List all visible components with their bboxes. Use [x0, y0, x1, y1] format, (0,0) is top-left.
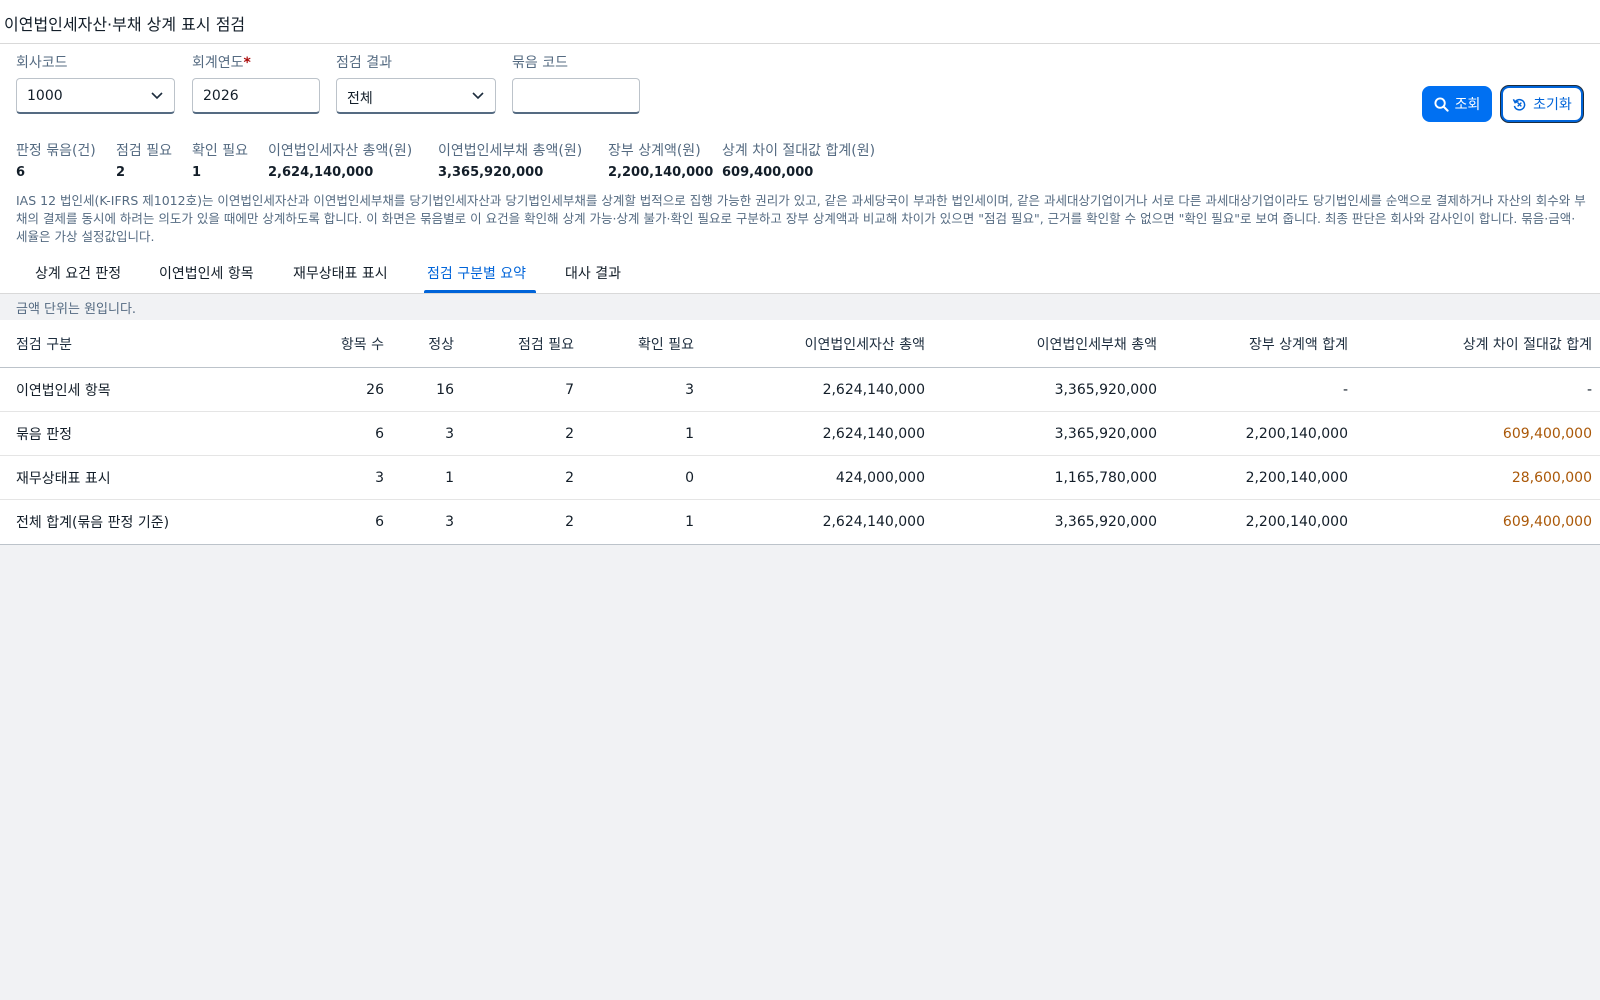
column-header[interactable]: 확인 필요 [638, 334, 694, 354]
kpi-dtl-total: 이연법인세부채 총액(원) 3,365,920,000 [438, 143, 583, 180]
company-code-select[interactable]: 1000 [16, 78, 175, 114]
tab-balance-sheet[interactable]: 재무상태표 표시 [293, 263, 388, 283]
guidance-note: IAS 12 법인세(K-IFRS 제1012호)는 이연법인세자산과 이연법인… [16, 193, 1586, 244]
kpi-confirm-needed: 확인 필요 1 [192, 143, 248, 180]
tab-bar: 상계 요건 판정 이연법인세 항목 재무상태표 표시 점검 구분별 요약 대사 … [0, 250, 1600, 294]
table-header-row: 점검 구분 항목 수 정상 점검 필요 확인 필요 이연법인세자산 총액 이연법… [0, 320, 1600, 368]
column-header[interactable]: 점검 필요 [518, 334, 574, 354]
table-row[interactable]: 묶음 판정 6 3 2 1 2,624,140,000 3,365,920,00… [0, 412, 1600, 456]
check-result-select[interactable]: 전체 [336, 78, 496, 114]
offset-diff-value: 609,400,000 [1502, 425, 1592, 442]
search-button-label: 조회 [1454, 97, 1481, 113]
tab-reconciliation[interactable]: 대사 결과 [565, 263, 621, 283]
column-header[interactable]: 상계 차이 절대값 합계 [1463, 334, 1592, 354]
table-row[interactable]: 이연법인세 항목 26 16 7 3 2,624,140,000 3,365,9… [0, 368, 1600, 412]
check-result-label: 점검 결과 [336, 55, 392, 71]
tab-summary-by-check[interactable]: 점검 구분별 요약 [427, 263, 526, 283]
column-header[interactable]: 항목 수 [341, 334, 384, 354]
tab-offset-criteria[interactable]: 상계 요건 판정 [35, 263, 121, 283]
column-header[interactable]: 장부 상계액 합계 [1249, 334, 1348, 354]
fiscal-year-input[interactable]: 2026 [192, 78, 320, 114]
table-row-total[interactable]: 전체 합계(묶음 판정 기준) 6 3 2 1 2,624,140,000 3,… [0, 500, 1600, 544]
title-bar: 이연법인세자산·부채 상계 표시 점검 [0, 0, 1600, 44]
column-header[interactable]: 이연법인세자산 총액 [805, 334, 925, 354]
group-code-input[interactable] [512, 78, 640, 114]
reset-button-label: 초기화 [1533, 97, 1572, 113]
active-tab-indicator [424, 290, 536, 293]
table-row[interactable]: 재무상태표 표시 3 1 2 0 424,000,000 1,165,780,0… [0, 456, 1600, 500]
tab-deferred-tax-items[interactable]: 이연법인세 항목 [159, 263, 254, 283]
required-mark: * [243, 55, 251, 71]
chevron-down-icon [151, 92, 163, 100]
reset-icon [1512, 98, 1526, 111]
filter-panel: 회사코드 1000 회계연도* 2026 점검 결과 전체 묶음 코드 조회 초… [0, 44, 1600, 250]
column-header[interactable]: 정상 [428, 334, 454, 354]
summary-table: 점검 구분 항목 수 정상 점검 필요 확인 필요 이연법인세자산 총액 이연법… [0, 320, 1600, 545]
offset-diff-value: 609,400,000 [1502, 514, 1592, 530]
kpi-dta-total: 이연법인세자산 총액(원) 2,624,140,000 [268, 143, 413, 180]
unit-note: 금액 단위는 원입니다. [16, 302, 137, 317]
reset-button[interactable]: 초기화 [1501, 86, 1583, 122]
offset-diff-value: 28,600,000 [1511, 469, 1592, 486]
kpi-check-needed: 점검 필요 2 [116, 143, 172, 180]
search-button[interactable]: 조회 [1422, 86, 1492, 122]
column-header[interactable]: 점검 구분 [16, 334, 72, 354]
company-code-label: 회사코드 [16, 55, 68, 71]
column-header[interactable]: 이연법인세부채 총액 [1037, 334, 1157, 354]
chevron-down-icon [472, 92, 484, 100]
kpi-book-offset: 장부 상계액(원) 2,200,140,000 [608, 143, 714, 180]
fiscal-year-label: 회계연도* [192, 55, 251, 71]
kpi-judged-groups: 판정 묶음(건) 6 [16, 143, 96, 180]
page-title: 이연법인세자산·부채 상계 표시 점검 [4, 15, 246, 34]
search-icon [1434, 96, 1449, 112]
group-code-label: 묶음 코드 [512, 55, 568, 71]
kpi-offset-diff: 상계 차이 절대값 합계(원) 609,400,000 [722, 143, 876, 180]
